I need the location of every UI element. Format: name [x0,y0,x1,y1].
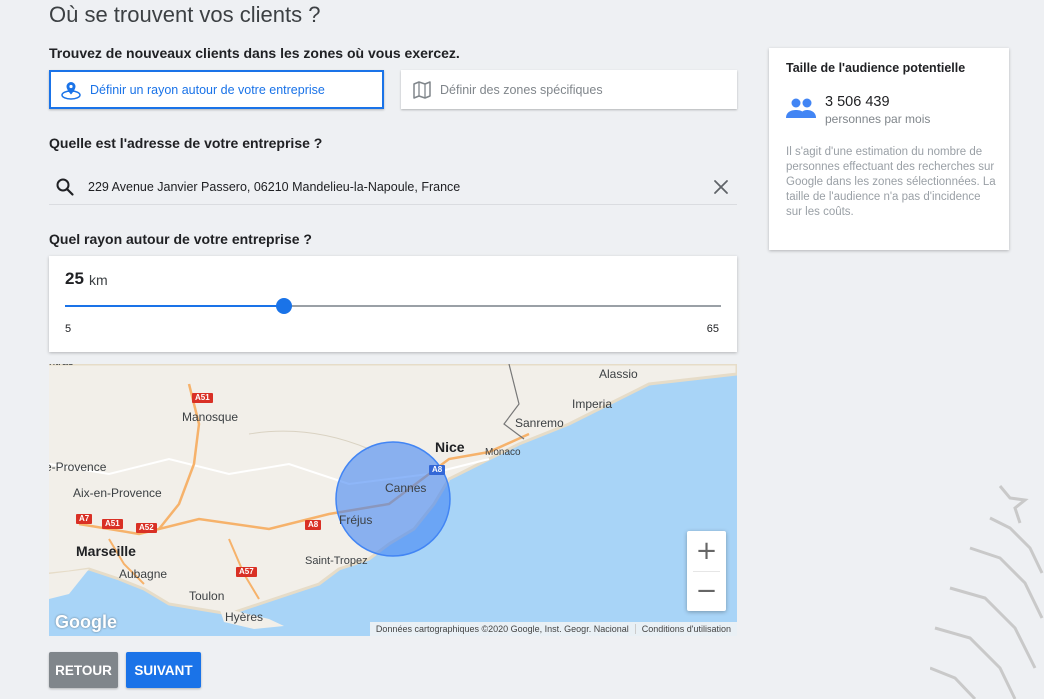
map-label: Cannes [385,481,427,495]
radius-slider-thumb[interactable] [275,298,292,314]
map-label: ntras [49,364,73,368]
radius-option-label: Définir un rayon autour de votre entrepr… [90,82,325,97]
page-title: Où se trouvent vos clients ? [49,2,321,27]
road-shield: A51 [192,393,213,403]
next-button[interactable]: SUIVANT [126,652,201,688]
audience-number: 3 506 439 [825,94,890,110]
map-label: Hyères [225,610,264,624]
road-shield: A7 [76,514,93,524]
audience-card: Taille de l'audience potentielle 3 506 4… [769,48,1009,250]
zoom-in-button[interactable]: + [687,531,726,571]
map-label: Monaco [485,447,521,458]
address-question: Quelle est l'adresse de votre entreprise… [49,135,323,151]
back-button[interactable]: RETOUR [49,652,118,688]
road-shield: A51 [102,519,123,529]
people-icon [786,98,816,118]
map-label: Imperia [572,397,613,411]
radius-slider-max: 65 [706,323,719,335]
map-label: Toulon [189,589,225,603]
map-label: Aubagne [119,567,168,581]
road-shield: A8 [305,520,322,530]
radius-question: Quel rayon autour de votre entreprise ? [49,231,312,247]
radius-card: 25 km 5 65 [49,256,737,352]
audience-title: Taille de l'audience potentielle [786,61,966,75]
eagle-watermark-icon [930,485,1044,699]
road-shield: A52 [136,523,157,533]
map-label: Sanremo [515,416,564,430]
address-input-value[interactable]: 229 Avenue Janvier Passero, 06210 Mandel… [88,180,713,194]
specific-zones-option-button[interactable]: Définir des zones spécifiques [401,70,737,109]
close-icon[interactable] [713,179,729,195]
map[interactable]: ntras Manosque e-Provence Aix-en-Provenc… [49,364,737,636]
map-label: e-Provence [49,460,107,474]
map-data-credit: Données cartographiques ©2020 Google, In… [375,624,629,634]
audience-unit: personnes par mois [825,112,931,126]
radius-value: 25 [65,269,84,288]
map-label: Nice [435,439,465,455]
radius-slider-fill [65,305,284,307]
location-radius-icon [61,81,81,100]
address-field[interactable]: 229 Avenue Janvier Passero, 06210 Mandel… [49,170,737,205]
road-shield: A8 [429,465,446,475]
specific-zones-option-label: Définir des zones spécifiques [440,82,603,97]
search-icon [56,178,74,196]
map-canvas [49,364,737,636]
google-logo: Google [55,612,117,632]
road-shield: A57 [236,567,257,577]
radius-unit: km [89,272,108,288]
map-label: Marseille [76,543,136,559]
map-icon [413,80,431,99]
map-label: Aix-en-Provence [73,486,162,500]
audience-description: Il s'agit d'une estimation du nombre de … [786,146,996,218]
map-terms-link[interactable]: Conditions d'utilisation [636,624,737,634]
radius-slider-min: 5 [65,323,72,335]
zoom-controls: + − [687,531,726,611]
map-label: Manosque [182,410,239,424]
map-label: Fréjus [339,513,373,527]
zones-question: Trouvez de nouveaux clients dans les zon… [49,45,460,61]
map-attribution: Données cartographiques ©2020 Google, In… [369,622,737,636]
zoom-out-button[interactable]: − [687,571,726,611]
radius-option-button[interactable]: Définir un rayon autour de votre entrepr… [49,70,384,109]
map-label: Saint-Tropez [305,555,368,567]
map-label: Alassio [599,367,638,381]
